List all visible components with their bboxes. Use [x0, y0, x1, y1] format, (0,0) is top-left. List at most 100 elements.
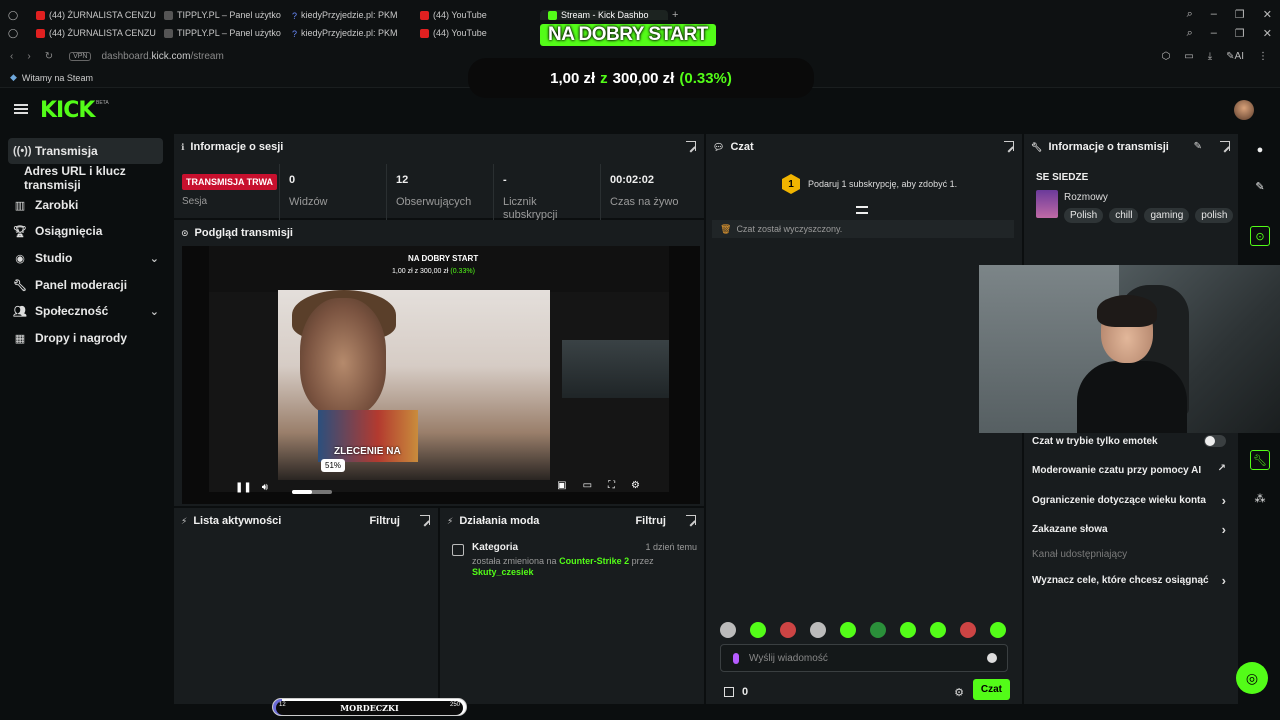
tab-youtube-zurnalista[interactable]: (44) ŻURNALISTA CENZU — [28, 10, 156, 20]
vpn-badge[interactable]: VPN — [69, 51, 92, 61]
tab-tipply[interactable]: TIPPLY.PL – Panel użytko — [156, 10, 284, 20]
info-icon[interactable]: ● — [1250, 140, 1270, 160]
emote-icon[interactable] — [960, 622, 976, 638]
edit-icon[interactable]: ✎ — [1250, 176, 1270, 196]
nodes-icon[interactable]: ⁂ — [1250, 488, 1270, 508]
setting-ai-moderation[interactable]: Moderowanie czatu przy pomocy AI ↗ — [1032, 463, 1226, 476]
tag[interactable]: gaming — [1144, 208, 1190, 223]
tab-kiedyprzyjedzie[interactable]: ? kiedyPrzyjedzie.pl: PKM — [284, 28, 412, 38]
avatar[interactable] — [1234, 100, 1254, 120]
sidebar-item-transmisja[interactable]: ((•)) Transmisja — [8, 138, 163, 164]
pinned-toggle-icon[interactable] — [856, 206, 868, 214]
cast-icon[interactable]: ▭ — [583, 480, 592, 491]
sidebar-item-stream-key[interactable]: Adres URL i klucz transmisji — [8, 164, 163, 192]
panel-header: 🔧︎ Informacje o transmisji — [1024, 134, 1238, 160]
tab-kick-dashboard[interactable]: Stream - Kick Dashbo — [540, 10, 668, 20]
emoji-icon[interactable] — [987, 653, 997, 663]
chat-input[interactable]: Wyślij wiadomość — [720, 644, 1008, 672]
reload-icon[interactable]: ↻ — [45, 51, 53, 62]
volume-icon[interactable]: 🔊︎ — [262, 482, 268, 493]
category-thumbnail[interactable] — [1036, 190, 1058, 218]
support-chat-button[interactable]: ◎ — [1236, 662, 1268, 694]
category-name[interactable]: Rozmowy — [1064, 192, 1108, 203]
wrench-icon[interactable]: 🔧︎ — [1250, 450, 1270, 470]
download-icon[interactable]: ⤓ — [1208, 51, 1212, 62]
wallet-icon[interactable]: ▭ — [1184, 51, 1193, 62]
expand-icon[interactable] — [686, 141, 696, 151]
minimize-icon[interactable]: – — [1211, 27, 1217, 40]
menu-icon[interactable]: ⋮ — [1258, 51, 1268, 62]
expand-icon[interactable] — [420, 515, 430, 525]
filter-button[interactable]: Filtruj — [369, 515, 400, 527]
gear-icon[interactable]: ⚙ — [954, 686, 964, 699]
emote-icon[interactable] — [750, 622, 766, 638]
edit-icon[interactable]: ✎ — [1194, 141, 1202, 152]
settings-icon[interactable]: ⚙ — [631, 480, 640, 491]
workspace-icon[interactable]: ◯ — [0, 10, 28, 21]
workspace-icon[interactable]: ◯ — [0, 28, 28, 39]
new-tab-button[interactable]: + — [672, 9, 678, 21]
back-icon[interactable]: ‹ — [10, 51, 13, 62]
sidebar-item-studio[interactable]: ◉ Studio ⌄ — [8, 245, 163, 271]
emote-only-toggle[interactable] — [1204, 435, 1226, 447]
pause-icon[interactable]: ❚❚ — [235, 482, 252, 493]
sidebar-item-zarobki[interactable]: ▥ Zarobki — [8, 192, 163, 218]
setting-banned-words[interactable]: Zakazane słowa › — [1032, 522, 1226, 537]
url-path: /stream — [190, 50, 224, 62]
emote-icon[interactable] — [780, 622, 796, 638]
target-icon[interactable]: ⊙ — [1250, 226, 1270, 246]
mod-action-time: 1 dzień temu — [645, 542, 697, 552]
expand-icon[interactable] — [686, 515, 696, 525]
sidebar-item-dropy[interactable]: ▦ Dropy i nagrody — [8, 325, 163, 351]
sidebar-item-spolecznosc[interactable]: 👥︎ Społeczność ⌄ — [8, 298, 163, 324]
forward-icon[interactable]: › — [27, 51, 30, 62]
volume-slider[interactable] — [292, 490, 332, 494]
restore-icon[interactable]: ❐ — [1235, 8, 1245, 21]
tab-title: TIPPLY.PL – Panel użytko — [177, 10, 281, 20]
url-field[interactable]: dashboard.kick.com/stream — [101, 51, 223, 62]
tag[interactable]: Polish — [1064, 208, 1104, 223]
restore-icon[interactable]: ❐ — [1235, 27, 1245, 40]
gift-icon[interactable] — [724, 687, 734, 697]
ai-button[interactable]: ✎AI — [1226, 51, 1244, 62]
mod-action-category[interactable]: Counter-Strike 2 — [559, 556, 629, 566]
setting-goals[interactable]: Wyznacz cele, które chcesz osiągnąć › — [1032, 573, 1226, 588]
stream-preview-video[interactable]: NA DOBRY START 1,00 zł z 300,00 zł (0.33… — [182, 246, 700, 504]
tab-youtube-zurnalista[interactable]: (44) ŻURNALISTA CENZU — [28, 28, 156, 38]
expand-icon[interactable] — [1220, 141, 1230, 151]
expand-icon[interactable] — [1004, 141, 1014, 151]
tab-youtube[interactable]: (44) YouTube — [412, 28, 540, 38]
emote-icon[interactable] — [990, 622, 1006, 638]
emote-icon[interactable] — [720, 622, 736, 638]
bookmark-steam[interactable]: Witamy na Steam — [22, 73, 93, 83]
mod-action-user[interactable]: Skuty_czesiek — [472, 567, 534, 577]
filter-button[interactable]: Filtruj — [635, 515, 666, 527]
close-icon[interactable]: ✕ — [1263, 8, 1272, 21]
miniplayer-icon[interactable]: ▣ — [557, 480, 566, 491]
tag[interactable]: polish — [1195, 208, 1234, 223]
tag[interactable]: chill — [1109, 208, 1139, 223]
emote-icon[interactable] — [900, 622, 916, 638]
sidebar-item-osiagniecia[interactable]: 🏆︎ Osiągnięcia — [8, 218, 163, 244]
chat-send-button[interactable]: Czat — [972, 679, 1010, 700]
hamburger-menu-icon[interactable] — [14, 104, 28, 114]
search-icon[interactable]: ⌕ — [1187, 8, 1193, 21]
setting-account-age[interactable]: Ograniczenie dotyczące wieku konta › — [1032, 493, 1226, 508]
category-icon — [452, 544, 464, 556]
extensions-icon[interactable]: ⬡ — [1162, 51, 1171, 62]
tab-kiedyprzyjedzie[interactable]: ? kiedyPrzyjedzie.pl: PKM — [284, 10, 412, 20]
tab-tipply[interactable]: TIPPLY.PL – Panel użytko — [156, 28, 284, 38]
sidebar-item-panel-moderacji[interactable]: 🔧︎ Panel moderacji — [8, 272, 163, 298]
emote-icon[interactable] — [930, 622, 946, 638]
emote-icon[interactable] — [870, 622, 886, 638]
emote-icon[interactable] — [810, 622, 826, 638]
minimize-icon[interactable]: – — [1211, 8, 1217, 21]
fullscreen-icon[interactable]: ⛶ — [608, 480, 615, 491]
close-icon[interactable]: ✕ — [1263, 27, 1272, 40]
emote-icon[interactable] — [840, 622, 856, 638]
search-icon[interactable]: ⌕ — [1187, 27, 1193, 40]
tab-youtube[interactable]: (44) YouTube — [412, 10, 540, 20]
sub-gift-banner[interactable]: 1 Podaruj 1 subskrypcję, aby zdobyć 1. — [782, 174, 957, 194]
setting-emote-only[interactable]: Czat w trybie tylko emotek — [1032, 435, 1226, 447]
kick-logo[interactable]: KICK — [40, 98, 95, 123]
